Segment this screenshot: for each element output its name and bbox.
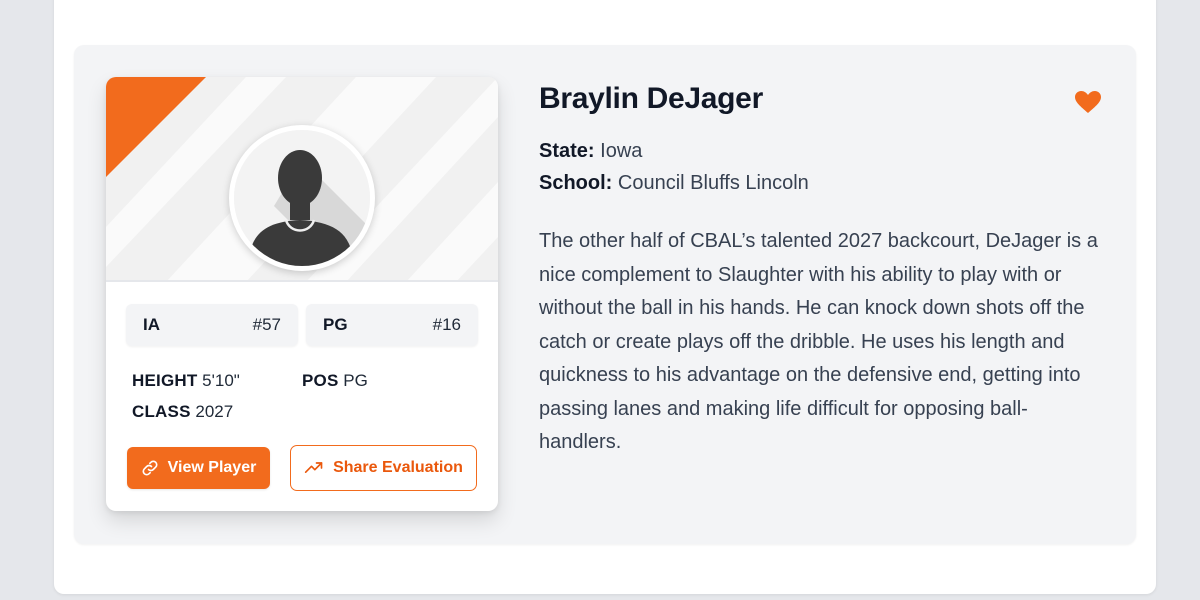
player-avatar xyxy=(229,125,375,271)
favorite-button[interactable] xyxy=(1074,90,1102,114)
pos-stat: POS PG xyxy=(302,371,368,391)
position-rank-box: PG #16 xyxy=(306,304,478,346)
class-value: 2027 xyxy=(195,402,234,421)
trending-up-icon xyxy=(304,462,323,473)
share-evaluation-button[interactable]: Share Evaluation xyxy=(290,445,477,491)
position-rank-label: PG xyxy=(323,315,348,334)
state-line: State: Iowa xyxy=(539,140,642,163)
pos-value: PG xyxy=(343,371,368,390)
school-value: Council Bluffs Lincoln xyxy=(617,172,809,194)
state-rank-box: IA #57 xyxy=(126,304,298,346)
class-label: CLASS xyxy=(132,402,191,421)
view-player-label: View Player xyxy=(167,459,257,476)
height-stat: HEIGHT 5'10" xyxy=(132,371,240,391)
state-rank-value: #57 xyxy=(252,315,281,334)
evaluation-text: The other half of CBAL’s talented 2027 b… xyxy=(539,230,1098,453)
person-silhouette-icon xyxy=(234,130,370,266)
school-label: School: xyxy=(539,172,613,194)
class-stat: CLASS 2027 xyxy=(132,402,233,422)
height-label: HEIGHT xyxy=(132,371,198,390)
state-label: State: xyxy=(539,140,595,162)
height-value: 5'10" xyxy=(202,371,240,390)
state-rank-label: IA xyxy=(143,315,160,334)
player-card: IA #57 PG #16 HEIGHT 5'10" CLASS 2027 PO… xyxy=(106,77,498,511)
heart-icon xyxy=(1075,91,1101,113)
share-evaluation-label: Share Evaluation xyxy=(333,459,463,476)
state-value: Iowa xyxy=(600,140,643,162)
card-banner xyxy=(106,77,498,282)
position-rank-value: #16 xyxy=(432,315,461,334)
pos-label: POS xyxy=(302,371,339,390)
school-line: School: Council Bluffs Lincoln xyxy=(539,172,809,195)
player-name: Braylin DeJager xyxy=(539,82,763,115)
link-icon xyxy=(142,460,158,476)
view-player-button[interactable]: View Player xyxy=(127,447,270,489)
